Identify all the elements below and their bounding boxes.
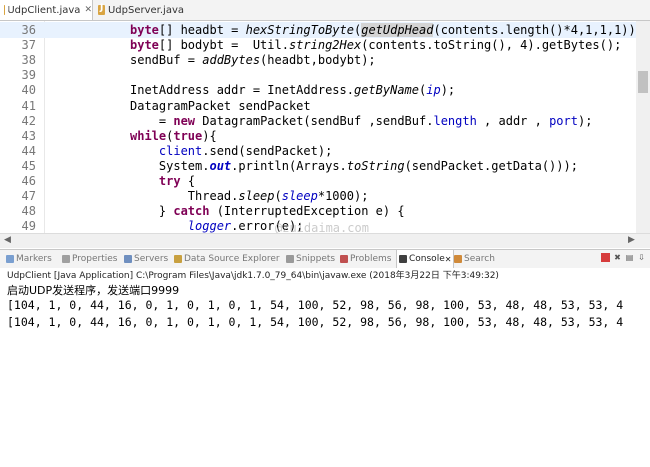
- view-tab-label: Data Source Explorer: [184, 254, 280, 264]
- code-line[interactable]: 40 InetAddress addr = InetAddress.getByNa…: [0, 82, 636, 98]
- console-toolbar: ✖ ▤ ⇩: [601, 253, 646, 262]
- tab-label: UdpClient.java: [7, 4, 81, 16]
- view-tab-search[interactable]: Search: [452, 250, 500, 268]
- view-tab-data-source-explorer[interactable]: Data Source Explorer: [172, 250, 284, 268]
- close-icon[interactable]: ✕: [84, 5, 92, 15]
- view-tab-problems[interactable]: Problems: [338, 250, 396, 268]
- search-icon: [454, 255, 462, 263]
- code-line[interactable]: 44 client.send(sendPacket);: [0, 143, 636, 159]
- close-icon[interactable]: ✕: [445, 255, 452, 264]
- code-line[interactable]: 45 System.out.println(Arrays.toString(se…: [0, 158, 636, 174]
- code-text: Thread.sleep(sleep*1000);: [130, 189, 369, 204]
- line-number: 39: [21, 68, 36, 83]
- code-text: = new DatagramPacket(sendBuf ,sendBuf.le…: [130, 113, 593, 128]
- data-source-explorer-icon: [174, 255, 182, 263]
- line-number: 38: [21, 53, 36, 68]
- view-tab-label: Markers: [16, 254, 52, 264]
- line-number: 40: [21, 83, 36, 98]
- view-tab-markers[interactable]: Markers: [4, 250, 60, 268]
- views-tab-bar: ✖ ▤ ⇩ Markers Properties Servers Data Sourc…: [0, 249, 650, 269]
- view-tab-snippets[interactable]: Snippets: [284, 250, 338, 268]
- tab-udpserver[interactable]: UdpServer.java: [94, 0, 184, 20]
- view-tab-console[interactable]: Console ✕: [396, 250, 454, 268]
- view-tab-label: Properties: [72, 254, 118, 264]
- servers-icon: [124, 255, 132, 263]
- console-panel[interactable]: UdpClient [Java Application] C:\Program …: [0, 268, 650, 467]
- code-editor[interactable]: 36 byte[] headbt = hexStringToByte(getUdp…: [0, 21, 650, 233]
- line-number: 45: [21, 158, 36, 173]
- line-number: 47: [21, 189, 36, 204]
- line-number: 43: [21, 128, 36, 143]
- problems-icon: [340, 255, 348, 263]
- code-line[interactable]: 46 try {: [0, 173, 636, 189]
- scroll-lock-icon[interactable]: ⇩: [637, 253, 646, 262]
- snippets-icon: [286, 255, 294, 263]
- code-text: while(true){: [130, 128, 217, 143]
- console-icon: [399, 255, 407, 263]
- remove-launch-icon[interactable]: ✖: [613, 253, 622, 262]
- view-tab-properties[interactable]: Properties: [60, 250, 122, 268]
- view-tab-label: Problems: [350, 254, 392, 264]
- view-tab-label: Servers: [134, 254, 169, 264]
- console-process-label: UdpClient [Java Application] C:\Program …: [7, 271, 499, 281]
- console-output-line: [104, 1, 0, 44, 16, 0, 1, 0, 1, 0, 1, 54…: [7, 315, 624, 329]
- tab-udpclient[interactable]: UdpClient.java ✕: [0, 0, 93, 20]
- java-file-icon: [98, 3, 105, 15]
- horizontal-scrollbar[interactable]: ◀ ▶: [0, 233, 650, 248]
- view-tab-label: Snippets: [296, 254, 336, 264]
- code-text: byte[] bodybt = Util.string2Hex(contents…: [130, 38, 622, 53]
- view-tab-servers[interactable]: Servers: [122, 250, 172, 268]
- view-tab-label: Search: [464, 254, 495, 264]
- code-text: DatagramPacket sendPacket: [130, 98, 311, 113]
- view-tab-label: Console: [409, 254, 445, 264]
- code-text: client.send(sendPacket);: [158, 143, 333, 158]
- console-output-line: 启动UDP发送程序，发送端口9999: [7, 284, 180, 297]
- line-number: 41: [21, 98, 36, 113]
- vertical-scrollbar[interactable]: [636, 21, 650, 233]
- code-line[interactable]: 48 } catch (InterruptedException e) {: [0, 203, 636, 219]
- code-line[interactable]: 37 byte[] bodybt = Util.string2Hex(conten…: [0, 37, 636, 53]
- code-text: byte[] headbt = hexStringToByte(getUdpHe…: [130, 23, 636, 37]
- line-number: 37: [21, 38, 36, 53]
- code-text: sendBuf = addBytes(headbt,bodybt);: [130, 53, 376, 68]
- scroll-left-icon[interactable]: ◀: [4, 235, 11, 245]
- line-number: 49: [21, 219, 36, 234]
- properties-icon: [62, 255, 70, 263]
- clear-console-icon[interactable]: ▤: [625, 253, 634, 262]
- line-number: 36: [21, 23, 36, 37]
- code-text: InetAddress addr = InetAddress.getByName…: [130, 83, 456, 98]
- vertical-scrollbar-thumb[interactable]: [638, 71, 648, 93]
- line-number: 48: [21, 204, 36, 219]
- markers-icon: [6, 255, 14, 263]
- line-number: 42: [21, 113, 36, 128]
- code-line[interactable]: 36 byte[] headbt = hexStringToByte(getUdp…: [0, 22, 636, 38]
- code-line[interactable]: 47 Thread.sleep(sleep*1000);: [0, 188, 636, 204]
- scroll-right-icon[interactable]: ▶: [628, 235, 635, 245]
- code-line[interactable]: 42 = new DatagramPacket(sendBuf ,sendBuf…: [0, 113, 636, 129]
- console-output-line: [104, 1, 0, 44, 16, 0, 1, 0, 1, 0, 1, 54…: [7, 298, 624, 312]
- tab-label: UdpServer.java: [107, 4, 184, 16]
- terminate-icon[interactable]: [601, 253, 610, 262]
- code-line[interactable]: 38 sendBuf = addBytes(headbt,bodybt);: [0, 52, 636, 68]
- code-text: } catch (InterruptedException e) {: [130, 204, 405, 219]
- code-line[interactable]: 43 while(true){: [0, 128, 636, 144]
- line-number: 46: [21, 174, 36, 188]
- editor-tab-bar: UdpClient.java ✕ UdpServer.java: [0, 0, 650, 21]
- code-text: System.out.println(Arrays.toString(sendP…: [130, 158, 578, 173]
- code-line[interactable]: 39: [0, 67, 636, 83]
- line-number: 44: [21, 143, 36, 158]
- code-line[interactable]: 41 DatagramPacket sendPacket: [0, 98, 636, 114]
- code-text: try {: [158, 174, 196, 188]
